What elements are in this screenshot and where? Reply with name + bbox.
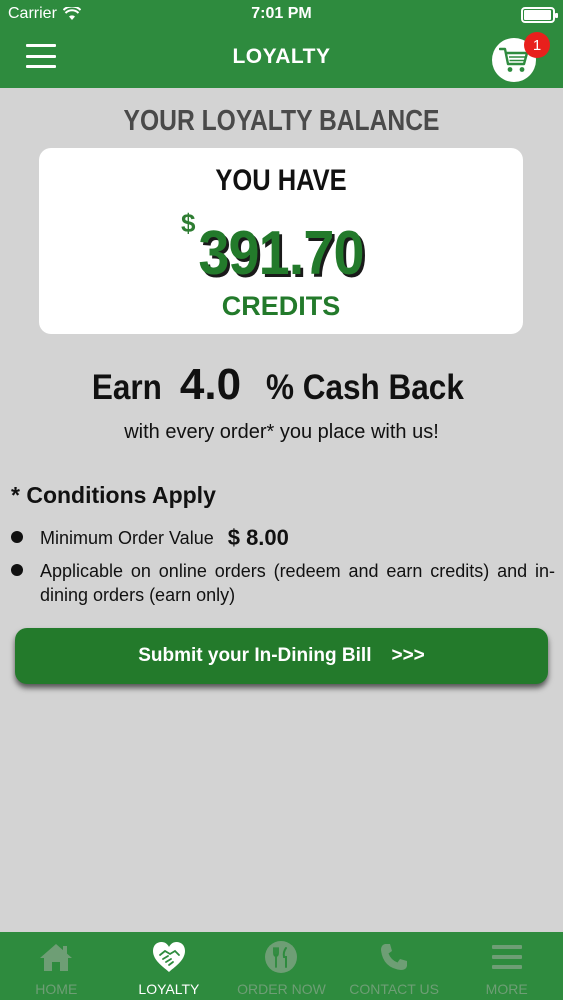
bullet-icon [11, 531, 23, 543]
home-icon [38, 939, 74, 975]
earn-prefix: Earn [91, 368, 163, 407]
loyalty-icon [151, 939, 187, 975]
tab-loyalty-label: LOYALTY [138, 981, 200, 997]
tab-order-now-label: ORDER NOW [237, 981, 326, 997]
min-order-label: Minimum Order Value [40, 527, 214, 548]
conditions-title: * Conditions Apply [11, 482, 216, 508]
you-have-label: YOU HAVE [215, 164, 347, 197]
battery-level [524, 10, 551, 20]
condition-min-order: Minimum Order Value $ 8.00 [40, 525, 289, 551]
tab-contact-us-label: CONTACT US [349, 981, 439, 997]
battery-icon [521, 7, 558, 23]
phone-icon [376, 939, 412, 975]
submit-bill-label: Submit your In-Dining Bill [138, 645, 372, 666]
tab-loyalty[interactable]: LOYALTY [113, 932, 226, 1000]
tab-more[interactable]: MORE [450, 932, 563, 1000]
more-icon [489, 939, 525, 975]
cutlery-icon [263, 939, 299, 975]
status-time: 7:01 PM [251, 5, 312, 22]
min-order-value: $ 8.00 [227, 525, 289, 550]
tab-bar: HOME LOYALTY ORDER NOW CONTACT US MORE [0, 932, 563, 1000]
cashback-percent: 4.0 [179, 360, 242, 409]
page-title: LOYALTY [232, 45, 331, 68]
submit-bill-button[interactable]: Submit your In-Dining Bill >>> [15, 628, 548, 684]
balance-heading: YOUR LOYALTY BALANCE [123, 105, 440, 137]
tab-home[interactable]: HOME [0, 932, 113, 1000]
tab-order-now[interactable]: ORDER NOW [225, 932, 338, 1000]
condition-applicable: Applicable on online orders (redeem and … [40, 561, 555, 605]
nav-bar: LOYALTY 1 [0, 30, 563, 88]
tab-home-label: HOME [35, 981, 78, 997]
tab-more-label: MORE [485, 981, 528, 997]
tab-contact-us[interactable]: CONTACT US [338, 932, 451, 1000]
credit-amount: 391.70 [198, 219, 364, 288]
status-bar: Carrier 7:01 PM [0, 0, 563, 30]
balance-card: YOU HAVE $ 391.70 CREDITS [39, 148, 523, 334]
bullet-icon [11, 564, 23, 576]
cashback-line: Earn 4.0 % Cash Back [0, 360, 563, 410]
cart-count-badge: 1 [524, 32, 550, 58]
credits-label: CREDITS [221, 291, 341, 321]
submit-arrows: >>> [391, 645, 425, 666]
cashback-subline: with every order* you place with us! [124, 421, 439, 443]
earn-suffix: % Cash Back [266, 368, 464, 407]
